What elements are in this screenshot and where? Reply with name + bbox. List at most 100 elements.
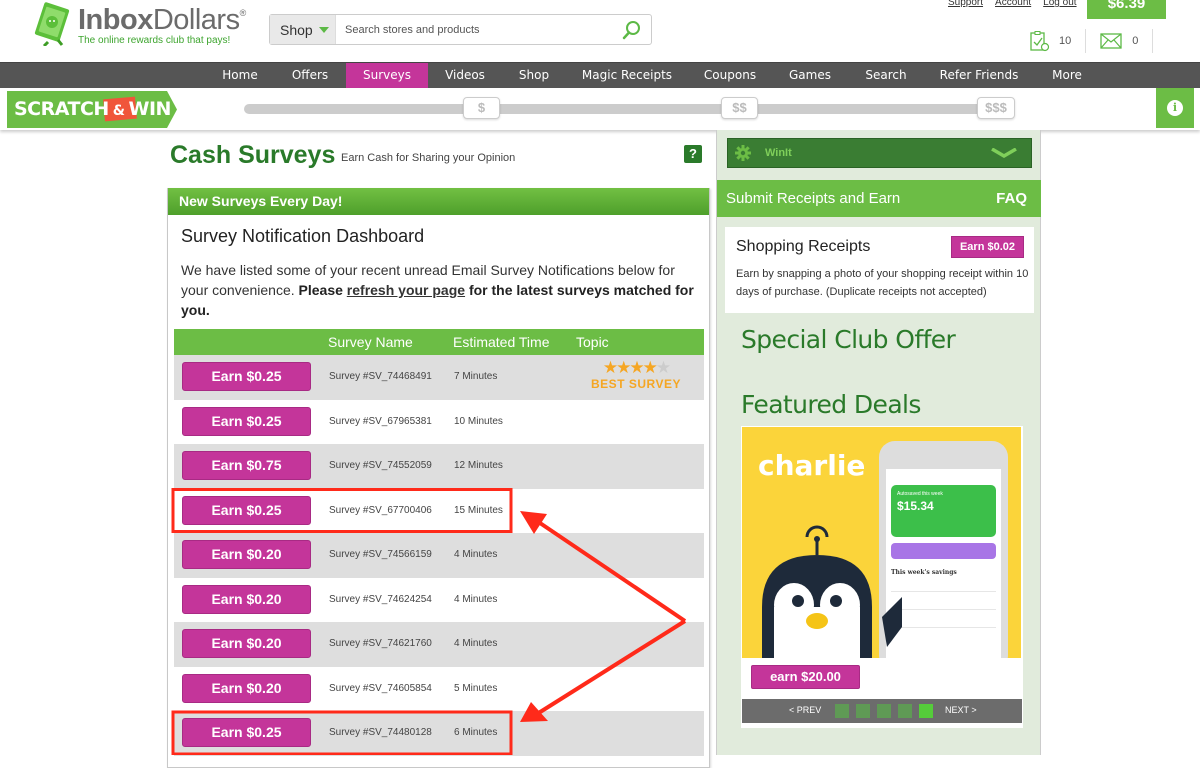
earn-button[interactable]: Earn $0.25: [182, 718, 311, 747]
brand-logo[interactable]: InboxDollars®: [78, 4, 246, 37]
earn-button[interactable]: Earn $0.25: [182, 362, 311, 391]
scratch-win-badge[interactable]: SCRATCH & WIN: [7, 91, 177, 128]
star-icon: ★: [655, 358, 671, 377]
tasks-count: 10: [1059, 35, 1072, 47]
winit-label: WinIt: [765, 147, 792, 159]
survey-table-header: Survey Name Estimated Time Topic: [174, 329, 704, 355]
mail-envelope-icon[interactable]: [1100, 33, 1122, 49]
column-estimated-time: Estimated Time: [453, 334, 550, 350]
panel-header: New Surveys Every Day!: [168, 188, 709, 215]
chevron-down-icon: [318, 26, 329, 33]
survey-name: Survey #SV_74468491: [329, 371, 432, 382]
nav-videos[interactable]: Videos: [436, 63, 494, 89]
account-link[interactable]: Account: [995, 0, 1031, 8]
survey-row: Earn $0.25 Survey #SV_74480128 6 Minutes: [174, 711, 704, 756]
survey-row: Earn $0.25 Survey #SV_74468491 7 Minutes ★★…: [174, 355, 704, 400]
right-sidebar: WinIt Submit Receipts and Earn FAQ Shopp…: [716, 130, 1041, 755]
search-input[interactable]: [336, 15, 611, 44]
pager-prev-button[interactable]: < PREV: [789, 705, 821, 715]
survey-name: Survey #SV_74552059: [329, 460, 432, 471]
nav-search[interactable]: Search: [859, 63, 913, 89]
refresh-page-link[interactable]: refresh your page: [347, 282, 465, 298]
scratch-progress-track: [244, 104, 1012, 114]
survey-panel: New Surveys Every Day! Survey Notificati…: [167, 188, 710, 768]
nav-offers[interactable]: Offers: [281, 63, 339, 89]
earn-button[interactable]: Earn $0.20: [182, 673, 311, 703]
nav-more[interactable]: More: [1046, 63, 1088, 89]
earn-button[interactable]: Earn $0.25: [182, 406, 311, 436]
survey-name: Survey #SV_67700406: [329, 504, 432, 516]
receipts-header: Submit Receipts and Earn FAQ: [717, 180, 1041, 217]
nav-shop[interactable]: Shop: [510, 63, 558, 89]
tasks-clipboard-icon[interactable]: [1028, 30, 1050, 52]
deal-earn-button[interactable]: earn $20.00: [751, 665, 860, 689]
faq-link[interactable]: FAQ: [996, 180, 1027, 217]
site-header: InboxDollars® The online rewards club th…: [0, 0, 1200, 62]
pager-page-3[interactable]: [877, 704, 891, 718]
star-icon: ★: [602, 358, 618, 377]
survey-row: Earn $0.20 Survey #SV_74621760 4 Minutes: [174, 622, 704, 667]
nav-coupons[interactable]: Coupons: [699, 63, 761, 89]
survey-name: Survey #SV_74624254: [329, 593, 432, 605]
survey-name: Survey #SV_74480128: [329, 727, 432, 738]
support-link[interactable]: Support: [948, 0, 983, 8]
nav-games[interactable]: Games: [784, 63, 836, 89]
search-button[interactable]: [611, 15, 651, 44]
column-topic: Topic: [576, 334, 609, 350]
gear-icon: [735, 145, 751, 161]
star-icon: ★: [642, 358, 658, 377]
charlie-deal-image[interactable]: charlie Autosaved this week $15.34 This …: [742, 427, 1021, 658]
deal-pager: < PREV NEXT >: [742, 699, 1022, 723]
topic-label: BEST SURVEY: [591, 377, 681, 391]
page-subtitle: Earn Cash for Sharing your Opinion: [341, 152, 516, 164]
earn-button[interactable]: Earn $0.75: [182, 451, 311, 480]
winit-dropdown[interactable]: WinIt: [727, 138, 1032, 168]
nav-surveys[interactable]: Surveys: [346, 63, 428, 89]
logout-link[interactable]: Log out: [1043, 0, 1076, 8]
earn-button[interactable]: Earn $0.20: [182, 629, 311, 658]
receipt-earn-button[interactable]: Earn $0.02: [951, 236, 1024, 258]
survey-name: Survey #SV_74621760: [329, 638, 432, 649]
account-balance[interactable]: $6.39: [1087, 0, 1166, 19]
estimated-time: 15 Minutes: [454, 504, 503, 516]
help-button[interactable]: ?: [684, 145, 702, 163]
pager-page-1[interactable]: [835, 704, 849, 718]
estimated-time: 12 Minutes: [454, 460, 503, 471]
milestone-1: $: [463, 97, 500, 119]
special-offer-heading: Special Club Offer: [741, 325, 956, 354]
divider: [1152, 29, 1154, 53]
dropdown-label: Shop: [280, 21, 313, 38]
search-icon: [622, 20, 640, 39]
info-button[interactable]: i: [1156, 88, 1194, 128]
dashboard-description: We have listed some of your recent unrea…: [181, 262, 694, 318]
earn-button[interactable]: Earn $0.20: [182, 584, 311, 614]
pager-page-4[interactable]: [898, 704, 912, 718]
receipts-header-title: Submit Receipts and Earn: [726, 190, 901, 207]
search-bar: Shop: [269, 14, 652, 45]
page-title: Cash Surveys: [170, 141, 336, 169]
brand-tagline: The online rewards club that pays!: [78, 35, 231, 46]
nav-refer-friends[interactable]: Refer Friends: [936, 63, 1022, 89]
column-survey-name: Survey Name: [328, 334, 413, 350]
messages-count: 0: [1132, 35, 1139, 47]
shopping-receipts-card: Shopping Receipts Earn $0.02 Earn by sna…: [725, 227, 1034, 313]
nav-magic-receipts[interactable]: Magic Receipts: [577, 63, 677, 89]
logo-dollar-mascot-icon[interactable]: [30, 2, 74, 46]
earn-button[interactable]: Earn $0.25: [182, 495, 311, 525]
earn-button[interactable]: Earn $0.20: [182, 540, 311, 569]
search-category-dropdown[interactable]: Shop: [270, 15, 336, 44]
chevron-down-icon: [991, 148, 1017, 158]
estimated-time: 10 Minutes: [454, 415, 503, 427]
main-navigation: Home Offers Surveys Videos Shop Magic Re…: [0, 62, 1200, 89]
pager-next-button[interactable]: NEXT >: [945, 705, 977, 715]
pager-page-2[interactable]: [856, 704, 870, 718]
pager-page-5[interactable]: [919, 704, 933, 718]
topic-badge: ★★★★★ BEST SURVEY: [588, 358, 684, 392]
survey-name: Survey #SV_74605854: [329, 682, 432, 694]
nav-home[interactable]: Home: [213, 63, 267, 89]
badge-scratch-text: SCRATCH: [14, 98, 109, 120]
deal-brand: charlie: [758, 449, 866, 482]
penguin-mascot-icon: [762, 525, 902, 658]
survey-row: Earn $0.20 Survey #SV_74566159 4 Minutes: [174, 533, 704, 578]
survey-row: Earn $0.20 Survey #SV_74605854 5 Minutes: [174, 667, 704, 712]
